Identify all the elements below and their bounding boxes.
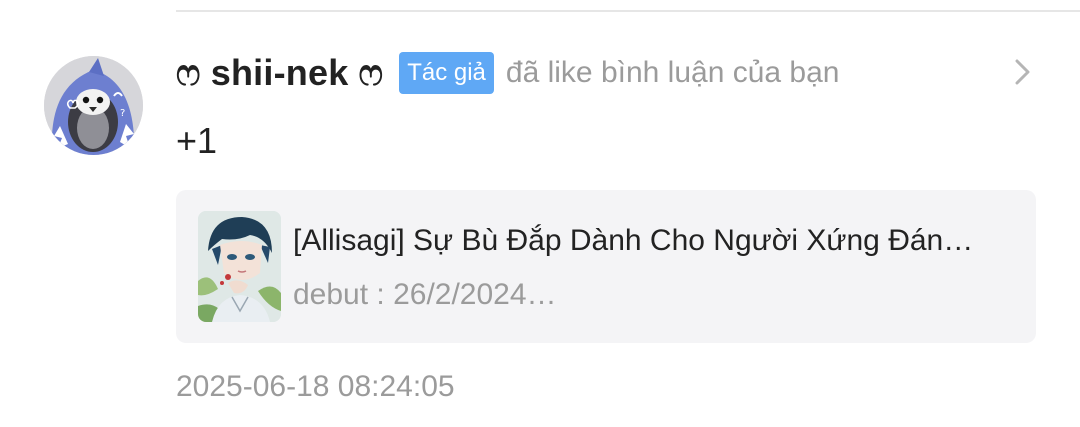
top-divider bbox=[176, 10, 1080, 12]
action-text: đã like bình luận của bạn bbox=[505, 56, 840, 89]
penguin-shark-avatar-icon: ? bbox=[44, 56, 143, 155]
author-badge: Tác giả bbox=[399, 52, 494, 94]
story-title: [Allisagi] Sự Bù Đắp Dành Cho Người Xứng… bbox=[293, 224, 974, 257]
story-subtitle: debut : 26/2/2024… bbox=[293, 278, 557, 311]
story-card[interactable]: [Allisagi] Sự Bù Đắp Dành Cho Người Xứng… bbox=[176, 190, 1036, 343]
anime-boy-cover-icon bbox=[198, 211, 281, 322]
story-cover bbox=[198, 211, 281, 322]
notification-header: ෆ shii-nek ෆ Tác giả đã like bình luận c… bbox=[176, 48, 1020, 98]
user-avatar[interactable]: ? bbox=[44, 56, 143, 155]
username[interactable]: ෆ shii-nek ෆ bbox=[176, 52, 383, 95]
timestamp: 2025-06-18 08:24:05 bbox=[176, 370, 455, 403]
comment-text: +1 bbox=[176, 120, 218, 161]
chevron-right-icon[interactable] bbox=[1012, 58, 1034, 86]
svg-text:?: ? bbox=[120, 108, 125, 119]
